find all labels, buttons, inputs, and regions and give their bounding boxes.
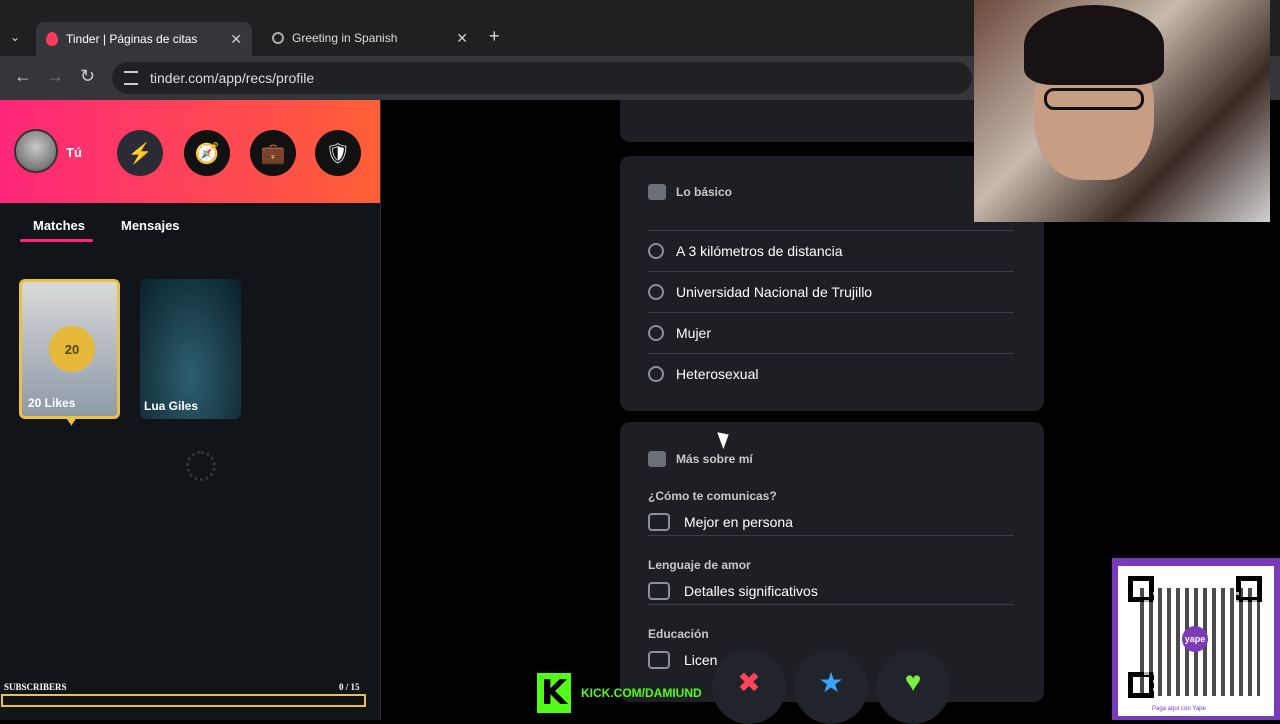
explore-button[interactable]: 🧭 <box>184 130 230 176</box>
webcam-overlay <box>974 0 1270 222</box>
match-card[interactable]: Lua Giles <box>140 279 241 419</box>
new-tab-icon[interactable]: + <box>489 26 500 47</box>
back-arrow-icon[interactable]: ← <box>14 66 32 87</box>
basics-row-text: Mujer <box>676 325 712 341</box>
close-tab-icon[interactable]: ✕ <box>230 31 242 48</box>
communication-label: ¿Cómo te comunicas? <box>648 489 777 503</box>
communication-value: Mejor en persona <box>684 513 793 530</box>
id-card-icon <box>648 184 666 200</box>
x-icon: ✖ <box>737 667 761 698</box>
browser-tab-greeting[interactable]: Greeting in Spanish ✕ <box>262 24 478 52</box>
heart-chat-icon <box>648 581 670 600</box>
orientation-icon <box>648 366 664 382</box>
person-icon <box>648 325 664 341</box>
url-text: tinder.com/app/recs/profile <box>150 70 315 86</box>
active-tab-indicator <box>20 239 93 242</box>
match-name: Lua Giles <box>144 399 199 413</box>
loading-spinner <box>186 451 216 481</box>
chat-favicon-icon <box>272 32 284 44</box>
basics-row-education: Universidad Nacional de Trujillo <box>648 271 1014 312</box>
boost-button[interactable]: ⚡ <box>117 130 163 176</box>
nope-button[interactable]: ✖ <box>712 650 786 724</box>
streamer-glasses <box>1044 88 1144 110</box>
compass-icon: 🧭 <box>194 142 220 165</box>
education-value: Licen <box>684 652 718 668</box>
section-title-text: Más sobre mí <box>676 452 753 466</box>
sidebar-tabs: Matches Mensajes <box>0 216 380 246</box>
likes-card[interactable]: 20 20 Likes ♥ <box>19 279 120 430</box>
speech-bubble-icon <box>648 512 670 531</box>
subscribers-progress-bar <box>1 694 366 707</box>
yape-qr-panel: yape Paga aquí con Yape <box>1112 558 1280 720</box>
sidebar-header: Tú ⚡ 🧭 💼 🛡 <box>0 100 380 203</box>
kick-logo-icon: K <box>537 673 571 713</box>
close-tab-icon[interactable]: ✕ <box>456 30 468 47</box>
star-icon: ★ <box>818 667 844 698</box>
safety-button[interactable]: 🛡 <box>315 130 361 176</box>
basics-row-text: Heterosexual <box>676 366 759 382</box>
gold-heart-icon: ♥ <box>66 410 77 430</box>
matches-sidebar: Tú ⚡ 🧭 💼 🛡 Matches Mensajes 20 20 Likes … <box>0 100 381 720</box>
avatar[interactable] <box>14 129 58 173</box>
work-mode-button[interactable]: 💼 <box>250 130 296 176</box>
shield-icon: 🛡 <box>325 142 351 165</box>
qr-code: yape <box>1118 566 1274 716</box>
tab-search-icon[interactable]: ⌄ <box>10 30 20 44</box>
tab-messages[interactable]: Mensajes <box>121 218 180 233</box>
education-label: Educación <box>648 627 709 641</box>
subscribers-label: SUBSCRIBERS <box>4 682 67 692</box>
love-language-label: Lenguaje de amor <box>648 558 751 572</box>
tinder-flame-icon <box>46 32 58 46</box>
heart-icon: ♥ <box>904 666 922 697</box>
basics-title: Lo básico <box>648 184 732 200</box>
super-like-button[interactable]: ★ <box>794 650 868 724</box>
tab-title: Greeting in Spanish <box>292 31 398 45</box>
basics-row-text: Universidad Nacional de Trujillo <box>676 284 873 300</box>
streamer-hair <box>1024 5 1164 85</box>
subscribers-count: 0 / 15 <box>339 682 360 692</box>
likes-count-badge: 20 <box>49 326 95 372</box>
tag-icon <box>648 451 666 467</box>
tab-title: Tinder | Páginas de citas <box>66 32 198 46</box>
browser-tab-tinder[interactable]: Tinder | Páginas de citas ✕ <box>36 22 252 56</box>
basics-row-distance: A 3 kilómetros de distancia <box>648 230 1014 271</box>
briefcase-icon: 💼 <box>260 142 286 165</box>
tab-matches[interactable]: Matches <box>33 218 85 233</box>
kick-url: KICK.COM/DAMIUND <box>581 686 702 700</box>
love-language-value-row: Detalles significativos <box>648 577 1014 605</box>
basics-row-text: A 3 kilómetros de distancia <box>676 243 843 259</box>
basics-row-orientation: Heterosexual <box>648 353 1014 394</box>
reload-icon[interactable]: ↻ <box>80 66 95 87</box>
likes-label: 20 Likes <box>28 396 76 410</box>
forward-arrow-icon[interactable]: → <box>46 66 64 87</box>
communication-value-row: Mejor en persona <box>648 508 1014 536</box>
location-pin-icon <box>648 243 664 259</box>
graduation-cap-icon <box>648 651 670 669</box>
site-settings-icon[interactable] <box>124 71 138 85</box>
user-label[interactable]: Tú <box>66 145 82 160</box>
yape-badge: yape <box>1182 626 1208 652</box>
qr-caption: Paga aquí con Yape <box>1152 706 1206 712</box>
lightning-icon: ⚡ <box>127 142 153 165</box>
more-about-me-title: Más sobre mí <box>648 451 753 467</box>
graduation-cap-icon <box>648 284 664 300</box>
like-button[interactable]: ♥ <box>876 650 950 724</box>
address-bar[interactable]: tinder.com/app/recs/profile <box>112 62 972 94</box>
section-title-text: Lo básico <box>676 185 733 199</box>
basics-row-gender: Mujer <box>648 312 1014 353</box>
love-language-value: Detalles significativos <box>684 582 818 599</box>
